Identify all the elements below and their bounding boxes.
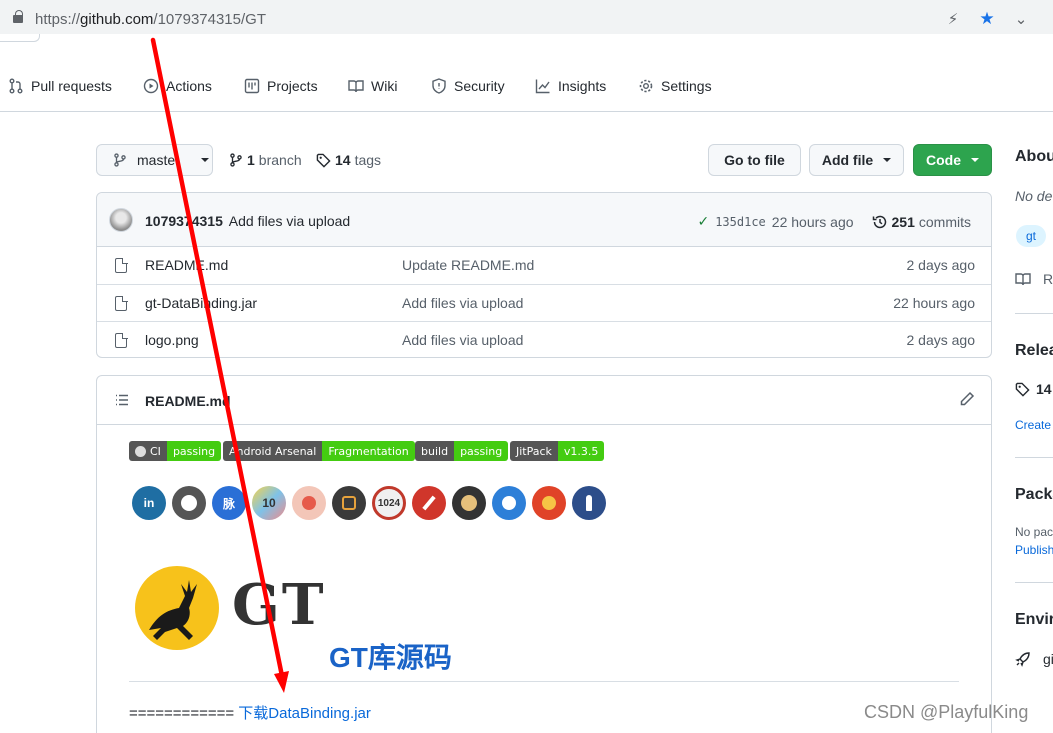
- red-arrow-annotation: [150, 37, 289, 693]
- watermark: CSDN @PlayfulKing: [864, 702, 1029, 722]
